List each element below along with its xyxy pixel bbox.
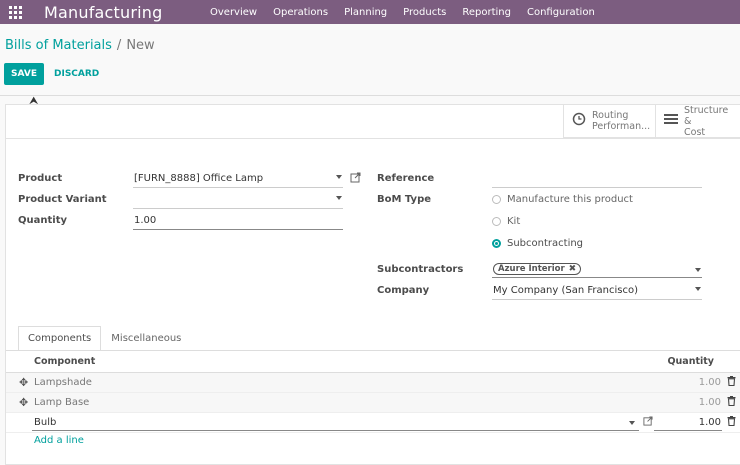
product-field[interactable]: [FURN_8888] Office Lamp — [133, 172, 343, 188]
bom-type-subcontracting-label: Subcontracting — [507, 238, 584, 249]
discard-button[interactable]: DISCARD — [54, 63, 99, 85]
subcontractors-field[interactable]: Azure Interior ✖ — [492, 262, 702, 278]
smart-button-box: Routing Performan... Structure & Cost — [563, 105, 740, 138]
menu-reporting[interactable]: Reporting — [454, 7, 519, 18]
apps-menu-icon[interactable] — [0, 0, 30, 24]
table-row[interactable]: ✥ Lampshade 1.00 — [6, 373, 740, 393]
quantity-field[interactable]: 1.00 — [133, 214, 343, 230]
column-component[interactable]: Component — [34, 356, 95, 367]
reference-field[interactable] — [492, 172, 702, 188]
control-panel-divider — [0, 95, 740, 96]
breadcrumb-current: New — [126, 38, 155, 53]
main-menu: Overview Operations Planning Products Re… — [210, 7, 603, 18]
sheet-header-divider — [6, 138, 740, 139]
routing-label-line1: Routing — [592, 110, 629, 121]
drag-handle-icon[interactable]: ✥ — [19, 376, 28, 389]
drag-handle-icon[interactable]: ✥ — [19, 396, 28, 409]
company-dropdown-icon[interactable] — [695, 287, 701, 291]
component-external-link-icon[interactable] — [643, 416, 653, 429]
product-external-link-icon[interactable] — [350, 172, 361, 186]
product-label: Product — [18, 173, 63, 184]
breadcrumb: Bills of Materials / New — [5, 38, 155, 53]
bom-type-manufacture-label: Manufacture this product — [507, 194, 633, 205]
bom-type-kit-label: Kit — [507, 216, 521, 227]
notebook-tabs: Components Miscellaneous — [18, 326, 191, 351]
product-value: [FURN_8888] Office Lamp — [134, 173, 264, 184]
menu-planning[interactable]: Planning — [336, 7, 395, 18]
structure-label-line2: Cost — [684, 126, 706, 138]
company-value: My Company (San Francisco) — [493, 285, 638, 296]
row-component-input[interactable]: Bulb — [34, 417, 56, 428]
trash-icon[interactable] — [727, 416, 736, 429]
radio-checked-icon — [492, 239, 501, 248]
app-title[interactable]: Manufacturing — [30, 3, 210, 22]
save-button[interactable]: SAVE — [4, 63, 44, 85]
form-sheet: Routing Performan... Structure & Cost Pr… — [5, 104, 740, 465]
menu-operations[interactable]: Operations — [265, 7, 336, 18]
components-table-header: Component Quantity — [6, 351, 740, 373]
breadcrumb-bills-of-materials[interactable]: Bills of Materials — [5, 38, 112, 53]
column-quantity[interactable]: Quantity — [667, 356, 714, 367]
trash-icon[interactable] — [727, 376, 736, 389]
menu-products[interactable]: Products — [395, 7, 454, 18]
product-variant-dropdown-icon[interactable] — [336, 196, 342, 200]
quantity-value: 1.00 — [134, 215, 157, 226]
bom-type-subcontracting-radio[interactable]: Subcontracting — [492, 238, 583, 249]
row-quantity: 1.00 — [698, 377, 721, 388]
company-label: Company — [377, 285, 430, 296]
trash-icon[interactable] — [727, 396, 736, 409]
product-variant-field[interactable] — [133, 193, 343, 209]
company-field[interactable]: My Company (San Francisco) — [492, 284, 702, 300]
menu-configuration[interactable]: Configuration — [519, 7, 603, 18]
bom-type-label: BoM Type — [377, 194, 432, 205]
list-icon — [664, 113, 678, 129]
remove-tag-icon[interactable]: ✖ — [569, 262, 577, 276]
component-dropdown-icon[interactable] — [629, 421, 635, 425]
radio-unchecked-icon — [492, 195, 501, 204]
row-quantity: 1.00 — [698, 397, 721, 408]
reference-label: Reference — [377, 173, 435, 184]
routing-performance-button[interactable]: Routing Performan... — [564, 105, 656, 137]
subcontractors-dropdown-icon[interactable] — [695, 268, 701, 272]
tab-miscellaneous[interactable]: Miscellaneous — [101, 326, 191, 351]
bom-type-manufacture-radio[interactable]: Manufacture this product — [492, 194, 633, 205]
subcontractor-tag-label: Azure Interior — [498, 264, 565, 274]
bom-type-kit-radio[interactable]: Kit — [492, 216, 520, 227]
add-a-line-link[interactable]: Add a line — [34, 435, 84, 446]
subcontractor-tag: Azure Interior ✖ — [493, 262, 582, 276]
row-component: Lampshade — [34, 377, 92, 388]
subcontractors-label: Subcontractors — [377, 264, 464, 275]
tab-components[interactable]: Components — [18, 326, 102, 351]
product-variant-label: Product Variant — [18, 194, 107, 205]
top-navbar: Manufacturing Overview Operations Planni… — [0, 0, 740, 24]
component-input-underline — [32, 430, 639, 431]
structure-cost-button[interactable]: Structure & Cost — [656, 104, 740, 138]
table-row[interactable]: ✥ Lamp Base 1.00 — [6, 393, 740, 413]
reference-value — [492, 173, 493, 184]
breadcrumb-separator: / — [116, 38, 122, 53]
structure-label-line1: Structure & — [684, 104, 729, 127]
product-variant-value — [133, 194, 134, 205]
row-quantity-input[interactable]: 1.00 — [699, 417, 721, 428]
quantity-input-underline — [654, 430, 722, 431]
table-row-editing[interactable]: Bulb 1.00 — [6, 413, 740, 433]
radio-unchecked-icon — [492, 217, 501, 226]
row-component: Lamp Base — [34, 397, 90, 408]
clock-icon — [572, 112, 586, 130]
product-dropdown-icon[interactable] — [336, 175, 342, 179]
quantity-label: Quantity — [18, 215, 67, 226]
routing-label-line2: Performan... — [592, 121, 651, 132]
menu-overview[interactable]: Overview — [210, 7, 265, 18]
